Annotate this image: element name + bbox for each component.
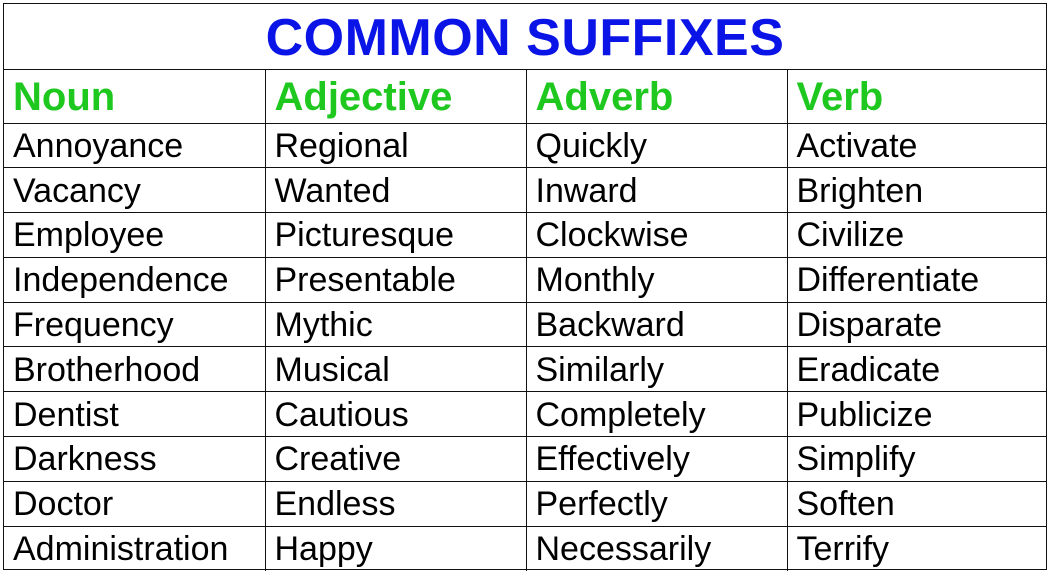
cell-verb: Publicize bbox=[786, 391, 1046, 438]
cell-verb: Eradicate bbox=[786, 346, 1046, 393]
cell-adjective: Cautious bbox=[264, 391, 526, 438]
cell-adjective: Creative bbox=[264, 436, 526, 482]
table-row: Annoyance Regional Quickly Activate bbox=[4, 123, 1046, 169]
cell-noun: Darkness bbox=[4, 436, 265, 482]
cell-noun: Independence bbox=[4, 257, 265, 303]
page-title: COMMON SUFFIXES bbox=[265, 8, 785, 67]
header-row: Noun Adjective Adverb Verb bbox=[4, 70, 1046, 124]
cell-adverb: Quickly bbox=[525, 123, 787, 169]
cell-noun: Brotherhood bbox=[4, 346, 265, 393]
cell-noun: Employee bbox=[4, 212, 265, 258]
cell-adjective: Regional bbox=[264, 123, 526, 169]
cell-noun: Dentist bbox=[4, 391, 265, 438]
cell-verb: Civilize bbox=[786, 212, 1046, 258]
table-row: Administration Happy Necessarily Terrify bbox=[4, 526, 1046, 571]
cell-noun: Doctor bbox=[4, 481, 265, 527]
cell-verb: Terrify bbox=[786, 526, 1046, 571]
table-row: Employee Picturesque Clockwise Civilize bbox=[4, 212, 1046, 258]
cell-adverb: Perfectly bbox=[525, 481, 787, 527]
table-row: Doctor Endless Perfectly Soften bbox=[4, 481, 1046, 527]
cell-verb: Disparate bbox=[786, 302, 1046, 348]
table-row: Independence Presentable Monthly Differenti… bbox=[4, 257, 1046, 303]
table-row: Darkness Creative Effectively Simplify bbox=[4, 436, 1046, 482]
cell-noun: Frequency bbox=[4, 302, 265, 348]
cell-adjective: Presentable bbox=[264, 257, 526, 303]
cell-adverb: Inward bbox=[525, 167, 787, 214]
cell-adjective: Endless bbox=[264, 481, 526, 527]
cell-verb: Soften bbox=[786, 481, 1046, 527]
title-row: COMMON SUFFIXES bbox=[4, 4, 1046, 70]
column-header-noun: Noun bbox=[4, 70, 265, 124]
cell-adverb: Completely bbox=[525, 391, 787, 438]
column-header-adverb: Adverb bbox=[525, 70, 787, 124]
column-header-adjective: Adjective bbox=[264, 70, 526, 124]
table-row: Brotherhood Musical Similarly Eradicate bbox=[4, 346, 1046, 393]
suffix-chart: COMMON SUFFIXES Noun Adjective Adverb Ve… bbox=[3, 3, 1047, 571]
cell-adjective: Mythic bbox=[264, 302, 526, 348]
table-row: Dentist Cautious Completely Publicize bbox=[4, 391, 1046, 438]
cell-adverb: Monthly bbox=[525, 257, 787, 303]
cell-verb: Differentiate bbox=[786, 257, 1046, 303]
cell-adjective: Musical bbox=[264, 346, 526, 393]
cell-verb: Simplify bbox=[786, 436, 1046, 482]
cell-adjective: Happy bbox=[264, 526, 526, 571]
cell-adverb: Necessarily bbox=[525, 526, 787, 571]
table-row: Vacancy Wanted Inward Brighten bbox=[4, 167, 1046, 214]
table-row: Frequency Mythic Backward Disparate bbox=[4, 302, 1046, 348]
column-header-verb: Verb bbox=[786, 70, 1046, 124]
cell-noun: Vacancy bbox=[4, 167, 265, 214]
cell-verb: Activate bbox=[786, 123, 1046, 169]
cell-adjective: Wanted bbox=[264, 167, 526, 214]
cell-adverb: Effectively bbox=[525, 436, 787, 482]
table-body: Annoyance Regional Quickly Activate Vacancy W… bbox=[4, 123, 1046, 571]
cell-verb: Brighten bbox=[786, 167, 1046, 214]
cell-adverb: Similarly bbox=[525, 346, 787, 393]
cell-adjective: Picturesque bbox=[264, 212, 526, 258]
cell-noun: Annoyance bbox=[4, 123, 265, 169]
cell-noun: Administration bbox=[13, 530, 229, 569]
cell-adverb: Clockwise bbox=[525, 212, 787, 258]
cell-adverb: Backward bbox=[525, 302, 787, 348]
suffix-table: Noun Adjective Adverb Verb Annoyance Regi… bbox=[4, 70, 1046, 571]
